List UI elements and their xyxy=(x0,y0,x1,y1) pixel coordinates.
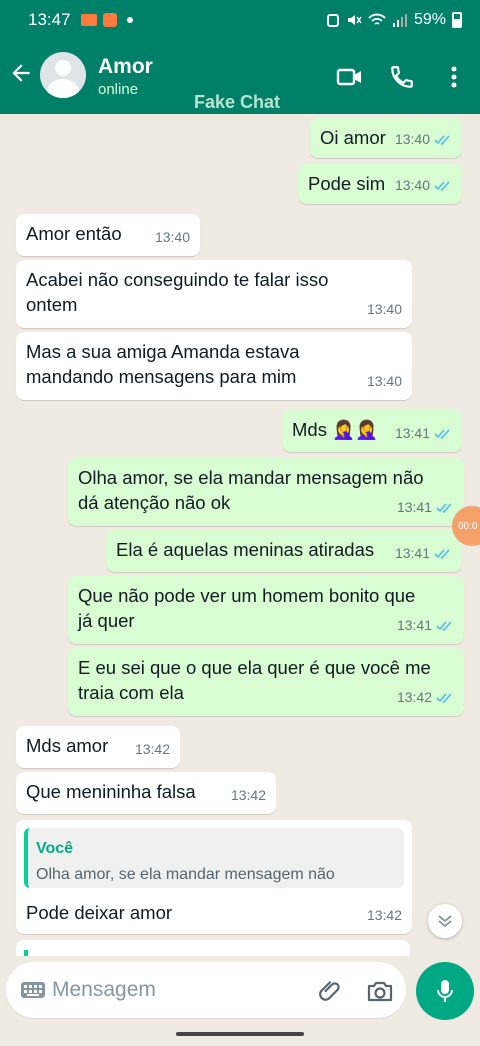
message-bubble[interactable]: Olha amor, se ela mandar mensagem não dá… xyxy=(68,458,464,526)
status-bar: 13:47 59% xyxy=(0,0,480,40)
scroll-down-button[interactable] xyxy=(428,904,462,938)
message-text: Mas a sua amiga Amanda estava mandando m… xyxy=(26,341,300,387)
message-text: Que menininha falsa xyxy=(26,781,196,802)
mute-icon xyxy=(347,15,362,25)
message-time: 13:42 xyxy=(366,907,402,923)
quoted-text: Olha amor, se ela mandar mensagem não xyxy=(36,866,335,883)
message-time: 13:40 xyxy=(394,131,430,147)
message-input-box[interactable] xyxy=(6,962,406,1018)
message-time: 13:42 xyxy=(396,689,432,705)
avatar[interactable] xyxy=(40,52,86,98)
contact-status: online xyxy=(98,81,139,98)
contact-name[interactable]: Amor xyxy=(98,55,153,79)
message-bubble[interactable]: Amor então 13:40 xyxy=(16,214,200,256)
double-check-read-icon xyxy=(434,134,450,145)
reply-message-bubble[interactable]: Você Olha amor, se ela mandar mensagem n… xyxy=(16,820,412,934)
composer-bar xyxy=(0,956,480,1028)
back-arrow-icon[interactable] xyxy=(8,60,34,86)
double-check-read-icon xyxy=(436,620,452,631)
screen-record-icon xyxy=(80,14,97,26)
message-bubble[interactable]: Pode sim 13:40 xyxy=(298,164,462,204)
message-bubble[interactable]: Oi amor 13:40 xyxy=(310,118,462,158)
double-check-read-icon xyxy=(434,428,450,439)
message-time: 13:40 xyxy=(366,301,402,317)
double-check-read-icon xyxy=(434,548,450,559)
double-check-read-icon xyxy=(436,502,452,513)
quoted-message[interactable]: Você Olha amor, se ela mandar mensagem n… xyxy=(24,828,404,888)
message-bubble[interactable]: Mas a sua amiga Amanda estava mandando m… xyxy=(16,332,412,400)
status-time: 13:47 xyxy=(28,10,71,29)
message-time: 13:41 xyxy=(396,617,432,633)
message-text: Pode deixar amor xyxy=(26,902,173,923)
more-options-icon[interactable] xyxy=(444,64,464,90)
battery-icon xyxy=(452,12,462,28)
message-text: Olha amor, se ela mandar mensagem não dá… xyxy=(78,467,424,513)
message-text: Ela é aquelas meninas atiradas xyxy=(116,539,375,560)
alarm-icon xyxy=(326,14,339,27)
message-text: Mds 🤦‍♀️🤦‍♀️ xyxy=(292,419,379,440)
message-text: Mds amor xyxy=(26,735,109,756)
message-time: 13:41 xyxy=(394,545,430,561)
phone-icon[interactable] xyxy=(388,64,416,90)
microphone-icon xyxy=(437,980,453,1002)
message-text: Que não pode ver um homem bonito que já … xyxy=(78,585,416,631)
chat-header: Amor online Fake Chat xyxy=(0,40,480,114)
keyboard-icon[interactable] xyxy=(20,980,46,1000)
message-time: 13:42 xyxy=(230,787,266,803)
message-text: Oi amor xyxy=(320,127,386,148)
message-input[interactable] xyxy=(52,972,302,1008)
message-text: Pode sim xyxy=(308,173,386,194)
partial-message-bubble[interactable] xyxy=(16,940,410,956)
message-text: Acabei não conseguindo te falar isso ont… xyxy=(26,269,329,315)
double-check-read-icon xyxy=(434,180,450,191)
message-bubble[interactable]: Mds 🤦‍♀️🤦‍♀️ 13:41 xyxy=(282,410,462,452)
message-time: 13:42 xyxy=(134,741,170,757)
home-gesture-bar[interactable] xyxy=(176,1032,304,1036)
double-chevron-down-icon xyxy=(438,915,452,928)
double-check-read-icon xyxy=(436,692,452,703)
wifi-icon xyxy=(368,13,386,25)
message-bubble[interactable]: Que menininha falsa 13:42 xyxy=(16,772,276,814)
message-text: Amor então xyxy=(26,223,122,244)
notification-dot-icon xyxy=(126,17,133,23)
signal-icon xyxy=(392,14,407,27)
video-call-icon[interactable] xyxy=(336,64,364,90)
app-notification-icon xyxy=(102,13,117,27)
chat-area[interactable]: Oi amor 13:40 Pode sim 13:40 Amor então … xyxy=(0,114,480,956)
message-time: 13:41 xyxy=(394,425,430,441)
message-bubble[interactable]: Ela é aquelas meninas atiradas 13:41 xyxy=(106,530,462,572)
battery-percent: 59% xyxy=(413,11,446,28)
attach-icon[interactable] xyxy=(318,978,344,1004)
message-text: E eu sei que o que ela quer é que você m… xyxy=(78,657,431,703)
message-time: 13:40 xyxy=(394,177,430,193)
watermark-label: Fake Chat xyxy=(194,92,281,112)
message-time: 13:40 xyxy=(154,229,190,245)
message-bubble[interactable]: Acabei não conseguindo te falar isso ont… xyxy=(16,260,412,328)
message-bubble[interactable]: Que não pode ver um homem bonito que já … xyxy=(68,576,464,644)
mic-button[interactable] xyxy=(416,962,474,1020)
system-nav-bar xyxy=(0,1028,480,1046)
message-time: 13:41 xyxy=(396,499,432,515)
quoted-author: Você xyxy=(36,840,74,857)
camera-icon[interactable] xyxy=(366,978,394,1004)
message-time: 13:40 xyxy=(366,373,402,389)
message-bubble[interactable]: Mds amor 13:42 xyxy=(16,726,180,768)
message-bubble[interactable]: E eu sei que o que ela quer é que você m… xyxy=(68,648,464,716)
